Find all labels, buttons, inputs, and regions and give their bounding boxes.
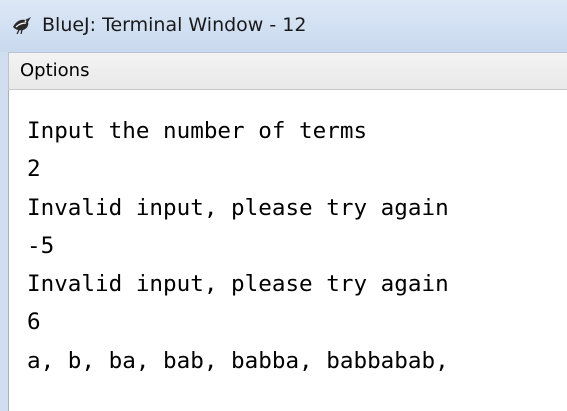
window-title: BlueJ: Terminal Window - 12 [42, 14, 307, 36]
menu-options[interactable]: Options [20, 59, 89, 83]
terminal-lines: Input the number of terms 2 Invalid inpu… [27, 112, 449, 380]
bluej-bird-icon [10, 12, 34, 36]
terminal-line: Invalid input, please try again [27, 194, 449, 221]
terminal-line: a, b, ba, bab, babba, babbabab, [27, 347, 449, 374]
terminal-line: Invalid input, please try again [27, 271, 449, 298]
window-frame [0, 52, 8, 411]
terminal-line: 2 [27, 156, 41, 183]
terminal-output[interactable]: Input the number of terms 2 Invalid inpu… [8, 90, 567, 411]
menu-bar: Options [8, 52, 567, 90]
terminal-window: BlueJ: Terminal Window - 12 Options Inpu… [0, 0, 567, 411]
terminal-line: Input the number of terms [27, 118, 368, 144]
title-bar[interactable]: BlueJ: Terminal Window - 12 [0, 0, 567, 52]
terminal-line: 6 [27, 309, 41, 336]
terminal-line: -5 [27, 232, 55, 259]
